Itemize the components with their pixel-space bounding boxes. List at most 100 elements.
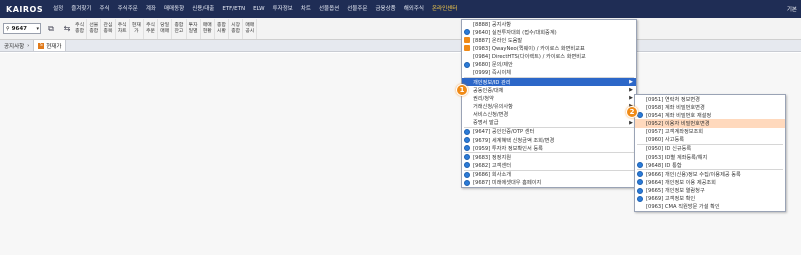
menu-item[interactable]: [0950] ID 신규등록 — [635, 145, 785, 153]
swap-icon[interactable]: ⇆ — [61, 23, 73, 35]
menu-item-label: [0957] 고객계좌정보조회 — [646, 129, 704, 136]
menu-overseas-stock[interactable]: 해외주식 — [400, 0, 428, 18]
menu-item[interactable]: [0960] 사고등록 — [635, 136, 785, 144]
menu-investment-info[interactable]: 투자정보 — [269, 0, 297, 18]
menu-icon-slot — [462, 171, 471, 179]
menu-item-label: [9666] 개인(신용)정보 수집/이용제공 동록 — [646, 171, 741, 178]
menu-trading-trend[interactable]: 매매동향 — [160, 0, 188, 18]
toolbar-button[interactable]: 선물 종합 — [87, 18, 102, 39]
menu-item-label: [9647] 공인인증/OTP 센터 — [473, 129, 535, 136]
menu-item[interactable]: [9664] 개인정보 이용 제공조회 — [635, 178, 785, 186]
menu-item[interactable]: [9683] 정정지원 — [462, 153, 636, 161]
toolbar-button[interactable]: 시장 종합 — [229, 18, 244, 39]
menu-item[interactable]: [8887] 온라인 도움말 — [462, 36, 636, 44]
ie-icon — [463, 162, 470, 169]
menu-item[interactable]: [0954] 계좌 비밀번호 재설정 — [635, 111, 785, 119]
menu-item[interactable]: [9682] 고객센터 — [462, 161, 636, 169]
menu-item[interactable]: [9687] 미래에셋대우 홈페이지 — [462, 179, 636, 187]
menu-stock-order[interactable]: 주식주문 — [114, 0, 142, 18]
menu-item-label: 개인정보/ID 관리 — [473, 79, 511, 86]
tab-notice[interactable]: 공지사항 › — [0, 40, 35, 51]
menu-stock[interactable]: 주식 — [95, 0, 113, 18]
window-copy-icon[interactable]: ⧉ — [45, 23, 57, 35]
menu-item[interactable]: [0984] DirectHTS(다이렉트) / 카이로스 화면비교 — [462, 53, 636, 61]
menu-item[interactable]: [9647] 공인인증/OTP 센터 — [462, 128, 636, 136]
layout-label[interactable]: 기본 — [787, 5, 801, 13]
ie-icon — [463, 29, 470, 36]
menu-icon-slot — [462, 144, 471, 152]
menu-item[interactable]: [9679] 세계혜택 신청금액 조회/변경 — [462, 136, 636, 144]
menu-financial-products[interactable]: 금융상품 — [371, 0, 399, 18]
menu-item[interactable]: [0983] QwayNeo(퀵웨이) / 카이로스 화면비교표 — [462, 44, 636, 52]
menu-account[interactable]: 계좌 — [142, 0, 160, 18]
menu-item[interactable]: [0958] 계좌 비밀번호변경 — [635, 103, 785, 111]
menu-item[interactable]: [9640] 실전투자대회 (접수/대회중계) — [462, 28, 636, 36]
menu-item-label: [0954] 계좌 비밀번호 재설정 — [646, 112, 712, 119]
menu-item[interactable]: [0963] CMA 직원방문 가설 확인 — [635, 203, 785, 211]
app-window: KAIROS 설정 즐겨찾기 주식 주식주문 계좌 매매동향 신용/대출 ETF… — [0, 0, 801, 255]
toolbar-button[interactable]: 종합 시황 — [215, 18, 230, 39]
submenu-item[interactable]: 개인정보/ID 관리 ▶ — [462, 77, 636, 87]
toolbar-button[interactable]: 주식 주문 — [144, 18, 159, 39]
menu-item[interactable]: [9680] 문의/제안 — [462, 61, 636, 69]
toolbar-button[interactable]: 현재 가 — [130, 18, 144, 39]
menu-item-label: 서비스신청/변경 — [473, 112, 509, 119]
menu-item[interactable]: [9666] 개인(신용)정보 수집/이용제공 동록 — [635, 170, 785, 178]
menu-item-label: [0984] DirectHTS(다이렉트) / 카이로스 화면비교 — [473, 54, 586, 61]
menu-item[interactable]: [0999] 즉시이체 — [462, 69, 636, 77]
menu-online-center[interactable]: 온라인센터 — [428, 0, 461, 18]
ie-icon — [463, 145, 470, 152]
menu-item[interactable]: [0953] ID별 계좌등록/해지 — [635, 153, 785, 161]
toolbar-button[interactable]: 주식 종합 — [73, 18, 88, 39]
submenu-item[interactable]: 서비스신청/변경▶ — [462, 111, 636, 119]
menu-item[interactable]: [9665] 개인정보 열람청구 — [635, 187, 785, 195]
menu-icon-slot — [462, 179, 471, 187]
menu-icon-slot — [635, 145, 644, 153]
submenu-item[interactable]: 권리/청약 ▶ — [462, 94, 636, 102]
menu-chart[interactable]: 차트 — [297, 0, 315, 18]
ie-icon — [636, 162, 643, 169]
menu-item-label: [9665] 개인정보 열람청구 — [646, 188, 705, 195]
menu-item[interactable]: [0951] 연락처 정보변경 — [635, 95, 785, 103]
menu-settings[interactable]: 설정 — [49, 0, 67, 18]
menu-item[interactable]: [0957] 고객계좌정보조회 — [635, 128, 785, 136]
menu-item[interactable]: [0959] 투자자 정보확인서 등록 — [462, 144, 636, 152]
menu-elw[interactable]: ELW — [249, 0, 268, 18]
menu-futures-order[interactable]: 선물주문 — [343, 0, 371, 18]
menu-etf-etn[interactable]: ETF/ETN — [218, 0, 249, 18]
menu-item-label: [9680] 문의/제안 — [473, 62, 513, 69]
screen-code-input[interactable]: ⚲ 9647 ▾ — [3, 23, 41, 34]
menu-item[interactable]: [9669] 고객정보 확인 — [635, 195, 785, 203]
menu-item-label: [9664] 개인정보 이용 제공조회 — [646, 179, 716, 186]
menu-item-label: [0959] 투자자 정보확인서 등록 — [473, 145, 543, 152]
menu-item[interactable]: [9686] 회사소개 — [462, 171, 636, 179]
step-callout-2: 2 — [626, 106, 638, 118]
quick-toolbar: ⚲ 9647 ▾ ⧉ ⇆ 주식 종합 선물 종합 관심 종목 주식 차트 현재 … — [0, 18, 801, 40]
toolbar-button[interactable]: 관심 종목 — [101, 18, 116, 39]
chevron-down-icon[interactable]: ▾ — [36, 26, 40, 32]
toolbar-button[interactable]: 종합 잔고 — [172, 18, 187, 39]
toolbar-button[interactable]: 주식 차트 — [116, 18, 130, 39]
menu-item[interactable]: [8888] 공지사항 — [462, 20, 636, 28]
tab-current-price[interactable]: S 현재가 — [34, 40, 67, 51]
submenu-item[interactable]: 공동인증/대체 ▶ — [462, 86, 636, 94]
menu-icon-slot — [635, 170, 644, 178]
toolbar-button[interactable]: 투자 일별 — [187, 18, 201, 39]
ie-icon — [636, 179, 643, 186]
menu-favorites[interactable]: 즐겨찾기 — [67, 0, 95, 18]
menu-item[interactable]: [9648] ID 통합 — [635, 161, 785, 169]
menu-icon-slot — [635, 95, 644, 103]
menu-credit-loan[interactable]: 신용/대출 — [188, 0, 218, 18]
menu-futures-options[interactable]: 선물옵션 — [315, 0, 343, 18]
menu-item-label: [0950] ID 신규등록 — [646, 146, 692, 153]
app-icon — [463, 37, 470, 44]
menu-item-label: [9682] 고객센터 — [473, 162, 511, 169]
menu-item[interactable]: [0952] 이용자 비밀번호변경 — [635, 119, 785, 128]
toolbar-button[interactable]: 매매 현황 — [201, 18, 215, 39]
submenu-item[interactable]: 증명서 발급 ▶ — [462, 119, 636, 127]
toolbar-button[interactable]: 매매 공시 — [243, 18, 258, 39]
menu-item-label: [0952] 이용자 비밀번호변경 — [646, 120, 710, 127]
tab-badge: S — [38, 42, 45, 49]
submenu-item[interactable]: 거래신청/유의사항▶ — [462, 102, 636, 110]
toolbar-button[interactable]: 당일 매매 — [158, 18, 173, 39]
